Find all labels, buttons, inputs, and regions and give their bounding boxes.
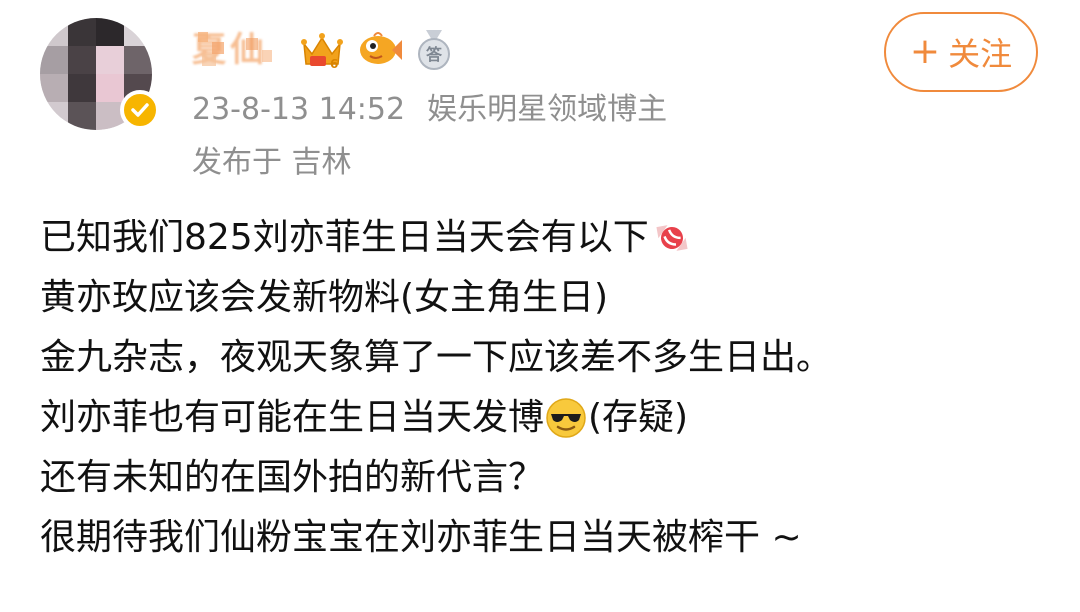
- username[interactable]: 夏仙: [192, 28, 288, 72]
- weibo-post-card: 夏仙 6 答 23-8-13 14:52 娱乐明星领域博主 发布于 吉林 + 关…: [0, 0, 1080, 612]
- post-line-text: 黄亦玫应该会发新物料(女主角生日): [40, 277, 609, 318]
- post-line-text: (存疑): [588, 397, 689, 438]
- fish-icon[interactable]: [356, 28, 404, 72]
- post-line-text: 已知我们825刘亦菲生日当天会有以下: [40, 217, 649, 258]
- svg-text:6: 6: [330, 57, 338, 71]
- post-line-text: 金九杂志，夜观天象算了一下应该差不多生日出。: [40, 337, 833, 378]
- post-line: 刘亦菲也有可能在生日当天发博 (存疑): [40, 388, 1050, 448]
- avatar[interactable]: [40, 18, 160, 130]
- post-line: 很期待我们仙粉宝宝在刘亦菲生日当天被榨干 ~: [40, 508, 1050, 568]
- post-line-text: 刘亦菲也有可能在生日当天发博: [40, 397, 545, 438]
- post-line-text: 很期待我们仙粉宝宝在刘亦菲生日当天被榨干 ~: [40, 517, 802, 558]
- plus-icon: +: [909, 31, 941, 72]
- sunglasses-emoji: [544, 396, 588, 440]
- svg-text:答: 答: [426, 45, 443, 64]
- follow-button[interactable]: + 关注: [884, 12, 1038, 92]
- post-location: 发布于 吉林: [192, 145, 352, 180]
- username-row: 夏仙 6 答: [192, 20, 454, 80]
- post-line: 还有未知的在国外拍的新代言？: [40, 448, 1050, 508]
- post-line: 黄亦玫应该会发新物料(女主角生日): [40, 268, 1050, 328]
- verified-check-icon: [120, 90, 160, 130]
- answer-medal-icon[interactable]: 答: [414, 28, 454, 72]
- crown-level-icon[interactable]: 6: [298, 28, 346, 72]
- candy-emoji: [649, 215, 695, 261]
- post-timestamp: 23-8-13 14:52: [192, 92, 406, 127]
- follow-label: 关注: [948, 35, 1013, 73]
- author-role[interactable]: 娱乐明星领域博主: [427, 92, 667, 127]
- post-line: 金九杂志，夜观天象算了一下应该差不多生日出。: [40, 328, 1050, 388]
- post-line-text: 还有未知的在国外拍的新代言？: [40, 457, 545, 498]
- post-content: 已知我们825刘亦菲生日当天会有以下 黄亦玫应该会发新物料(女主角生日) 金九杂…: [40, 208, 1050, 568]
- post-meta: 23-8-13 14:52 娱乐明星领域博主: [192, 90, 667, 130]
- post-line: 已知我们825刘亦菲生日当天会有以下: [40, 208, 1050, 268]
